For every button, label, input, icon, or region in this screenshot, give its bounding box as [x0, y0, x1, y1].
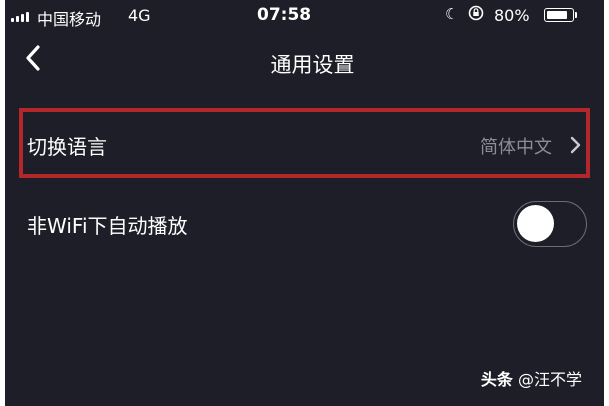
- moon-icon: ☾: [445, 5, 459, 23]
- watermark-brand: 头条: [480, 370, 513, 389]
- status-time: 07:58: [257, 5, 312, 25]
- signal-icon: [11, 12, 33, 22]
- carrier-name: 中国移动: [37, 10, 102, 29]
- nav-bar: 通用设置: [5, 32, 604, 90]
- page-title: 通用设置: [270, 53, 355, 77]
- highlight-box: [19, 108, 590, 178]
- battery-tip: [575, 12, 577, 18]
- status-bar: 中国移动 4G 07:58 ☾ 80%: [5, 0, 604, 32]
- autoplay-label: 非WiFi下自动播放: [27, 214, 188, 238]
- settings-screen: 中国移动 4G 07:58 ☾ 80% 通用设置 切换语言 简体中文 非WiFi…: [5, 0, 604, 406]
- network-type: 4G: [128, 6, 151, 25]
- toggle-knob: [517, 205, 554, 242]
- battery-percent: 80%: [494, 6, 530, 25]
- watermark-handle: @汪不学: [517, 370, 582, 389]
- battery-icon: [544, 8, 574, 22]
- autoplay-toggle[interactable]: [513, 201, 587, 247]
- watermark: 头条 @汪不学: [481, 366, 582, 390]
- rotation-lock-icon: [468, 5, 484, 25]
